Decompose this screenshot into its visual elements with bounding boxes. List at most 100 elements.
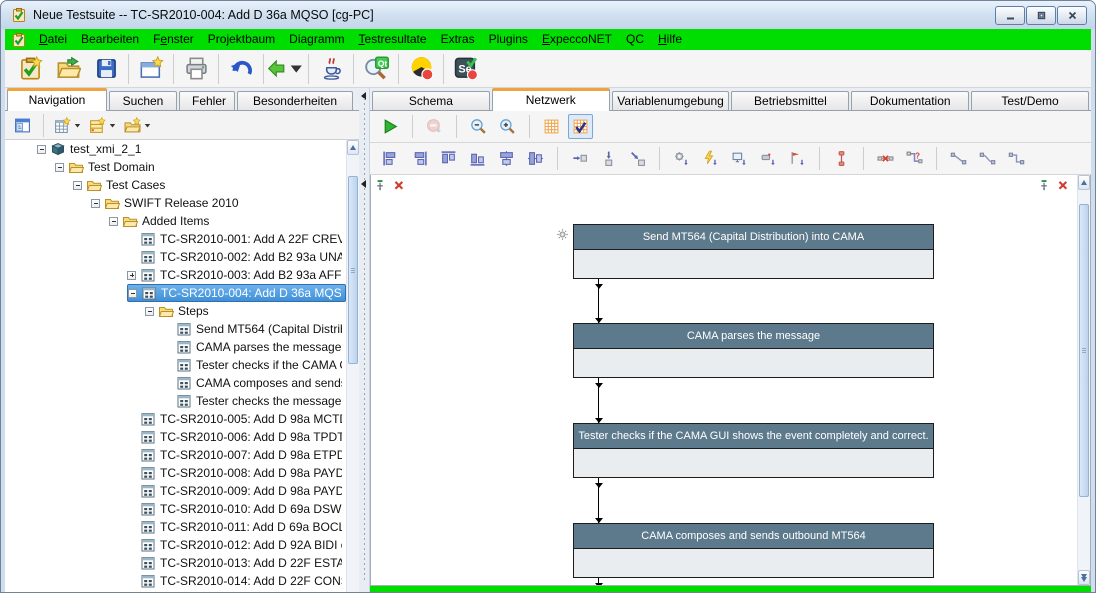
tree-item-content[interactable]: TC-SR2010-012: Add D 92A BIDI opti: [127, 536, 346, 554]
reroute-connection-button[interactable]: ?: [902, 146, 927, 171]
tree-item-content[interactable]: Send MT564 (Capital Distribut: [163, 320, 346, 338]
canvas-left-pin-button[interactable]: [376, 179, 389, 197]
tab-dokumentation[interactable]: Dokumentation: [851, 91, 969, 110]
panel-splitter[interactable]: [359, 88, 370, 592]
qt-browser-button[interactable]: Qt: [357, 53, 395, 85]
tree-item[interactable]: CAMA parses the message: [5, 338, 346, 356]
step-gear-button[interactable]: [669, 146, 694, 171]
step-lightning-button[interactable]: [698, 146, 723, 171]
new-window-button[interactable]: [132, 53, 170, 85]
tree-scroll-thumb[interactable]: [348, 176, 358, 364]
tree-item[interactable]: TC-SR2010-011: Add D 69a BOCL: [5, 518, 346, 536]
collapse-box-icon[interactable]: [73, 181, 82, 190]
tree-item-content[interactable]: TC-SR2010-014: Add D 22F CONS co: [127, 572, 346, 590]
tree-item-content[interactable]: CAMA composes and sends o: [163, 374, 346, 392]
selenium-button[interactable]: Se: [447, 53, 485, 85]
tree-item[interactable]: Tester checks the message ser: [5, 392, 346, 410]
tab-fehler[interactable]: Fehler: [179, 91, 235, 110]
menu-datei[interactable]: Datei: [32, 31, 74, 48]
align-right-button[interactable]: [407, 146, 432, 171]
back-arrow-button[interactable]: [267, 53, 305, 85]
menu-plugins[interactable]: Plugins: [482, 31, 535, 48]
menu-fenster[interactable]: Fenster: [146, 31, 201, 48]
tree-item[interactable]: TC-SR2010-005: Add D 98a MCTD: [5, 410, 346, 428]
tree-item-content[interactable]: CAMA parses the message: [163, 338, 346, 356]
tab-betriebsmittel[interactable]: Betriebsmittel: [731, 91, 849, 110]
line-stepped-button[interactable]: [1004, 146, 1029, 171]
undo-button[interactable]: [222, 53, 260, 85]
tree-item[interactable]: TC-SR2010-006: Add D 98a TPDT: [5, 428, 346, 446]
tab-schema[interactable]: Schema: [372, 91, 490, 110]
step-gear-badge-icon[interactable]: [556, 228, 569, 241]
tree-item-content[interactable]: test_xmi_2_1: [37, 140, 346, 158]
tree-scrollbar[interactable]: [346, 140, 359, 592]
canvas-left-delete-x-button[interactable]: [393, 179, 406, 197]
step-block[interactable]: Tester checks if the CAMA GUI shows the …: [573, 423, 934, 478]
insert-diagonal-button[interactable]: [625, 146, 650, 171]
tree-item[interactable]: TC-SR2010-012: Add D 92A BIDI opti: [5, 536, 346, 554]
menu-testresultate[interactable]: Testresultate: [352, 31, 434, 48]
panel-layout-button[interactable]: [10, 113, 35, 138]
menu-projektbaum[interactable]: Projektbaum: [201, 31, 282, 48]
grid-button[interactable]: [539, 114, 564, 139]
align-left-button[interactable]: [378, 146, 403, 171]
tree-item[interactable]: CAMA composes and sends o: [5, 374, 346, 392]
step-marker-button[interactable]: [756, 146, 781, 171]
tree-scroll-up-button[interactable]: [347, 140, 359, 155]
grid-snap-button[interactable]: [568, 114, 593, 139]
tree-item-content[interactable]: Steps: [145, 302, 346, 320]
menu-diagramm[interactable]: Diagramm: [282, 31, 351, 48]
suspend-button[interactable]: [422, 114, 447, 139]
new-folder-button[interactable]: [122, 113, 154, 138]
tree-item[interactable]: TC-SR2010-013: Add D 22F ESTA(r): [5, 554, 346, 572]
collapse-left-icon-2[interactable]: [361, 180, 366, 188]
new-testcase-button[interactable]: [52, 113, 84, 138]
canvas-right-pin-button[interactable]: [1040, 179, 1053, 197]
collapse-box-icon[interactable]: [55, 163, 64, 172]
remove-connection-button[interactable]: [873, 146, 898, 171]
tree-item[interactable]: TC-SR2010-010: Add D 69a DSWN: [5, 500, 346, 518]
tab-suchen[interactable]: Suchen: [109, 91, 177, 110]
collapse-box-icon[interactable]: [91, 199, 100, 208]
canvas-scroll-up-button[interactable]: [1078, 175, 1090, 190]
tab-besonderheiten[interactable]: Besonderheiten: [237, 91, 353, 110]
hazard-button[interactable]: [402, 53, 440, 85]
tree-item-content[interactable]: TC-SR2010-009: Add D 98a PAYD rul: [127, 482, 346, 500]
new-testsuite-button[interactable]: [11, 53, 49, 85]
step-screen-button[interactable]: [727, 146, 752, 171]
canvas-scroll-page-down-button[interactable]: [1078, 570, 1090, 585]
tree-item-content[interactable]: TC-SR2010-003: Add B2 93a AFFB: [127, 266, 346, 284]
tree-item[interactable]: Steps: [5, 302, 346, 320]
step-block-body[interactable]: [574, 549, 933, 577]
tree-item[interactable]: SWIFT Release 2010: [5, 194, 346, 212]
save-button[interactable]: [87, 53, 125, 85]
tree-item[interactable]: TC-SR2010-001: Add A 22F CREV: [5, 230, 346, 248]
line-curved-button[interactable]: [975, 146, 1000, 171]
canvas-scroll-thumb[interactable]: [1079, 204, 1089, 497]
tree-item-content[interactable]: TC-SR2010-001: Add A 22F CREV: [127, 230, 346, 248]
tree-item[interactable]: TC-SR2010-004: Add D 36a MQSO: [5, 284, 346, 302]
tab-netzwerk[interactable]: Netzwerk: [492, 88, 610, 111]
tree-item-content[interactable]: TC-SR2010-008: Add D 98a PAYD rul: [127, 464, 346, 482]
step-block[interactable]: CAMA composes and sends outbound MT564: [573, 523, 934, 578]
tree-item-content[interactable]: Tester checks the message ser: [163, 392, 346, 410]
canvas-scrollbar[interactable]: [1077, 175, 1090, 585]
java-button[interactable]: [312, 53, 350, 85]
menu-extras[interactable]: Extras: [434, 31, 482, 48]
tree-item[interactable]: Send MT564 (Capital Distribut: [5, 320, 346, 338]
maximize-button[interactable]: [1026, 6, 1056, 25]
tab-test-demo[interactable]: Test/Demo: [971, 91, 1089, 110]
menu-bearbeiten[interactable]: Bearbeiten: [74, 31, 146, 48]
tab-variablenumgebung[interactable]: Variablenumgebung: [612, 91, 730, 110]
minimize-button[interactable]: [995, 6, 1025, 25]
tree-item[interactable]: Tester checks if the CAMA GU: [5, 356, 346, 374]
tree-item-content[interactable]: Tester checks if the CAMA GU: [163, 356, 346, 374]
tree-item[interactable]: TC-SR2010-003: Add B2 93a AFFB: [5, 266, 346, 284]
canvas-right-delete-x-button[interactable]: [1057, 179, 1070, 197]
menu-hilfe[interactable]: Hilfe: [651, 31, 689, 48]
insert-left-button[interactable]: [567, 146, 592, 171]
zoom-in-button[interactable]: [495, 114, 520, 139]
tree-item-content[interactable]: TC-SR2010-010: Add D 69a DSWN: [127, 500, 346, 518]
tree-item-content[interactable]: SWIFT Release 2010: [91, 194, 346, 212]
tab-navigation[interactable]: Navigation: [7, 88, 107, 111]
